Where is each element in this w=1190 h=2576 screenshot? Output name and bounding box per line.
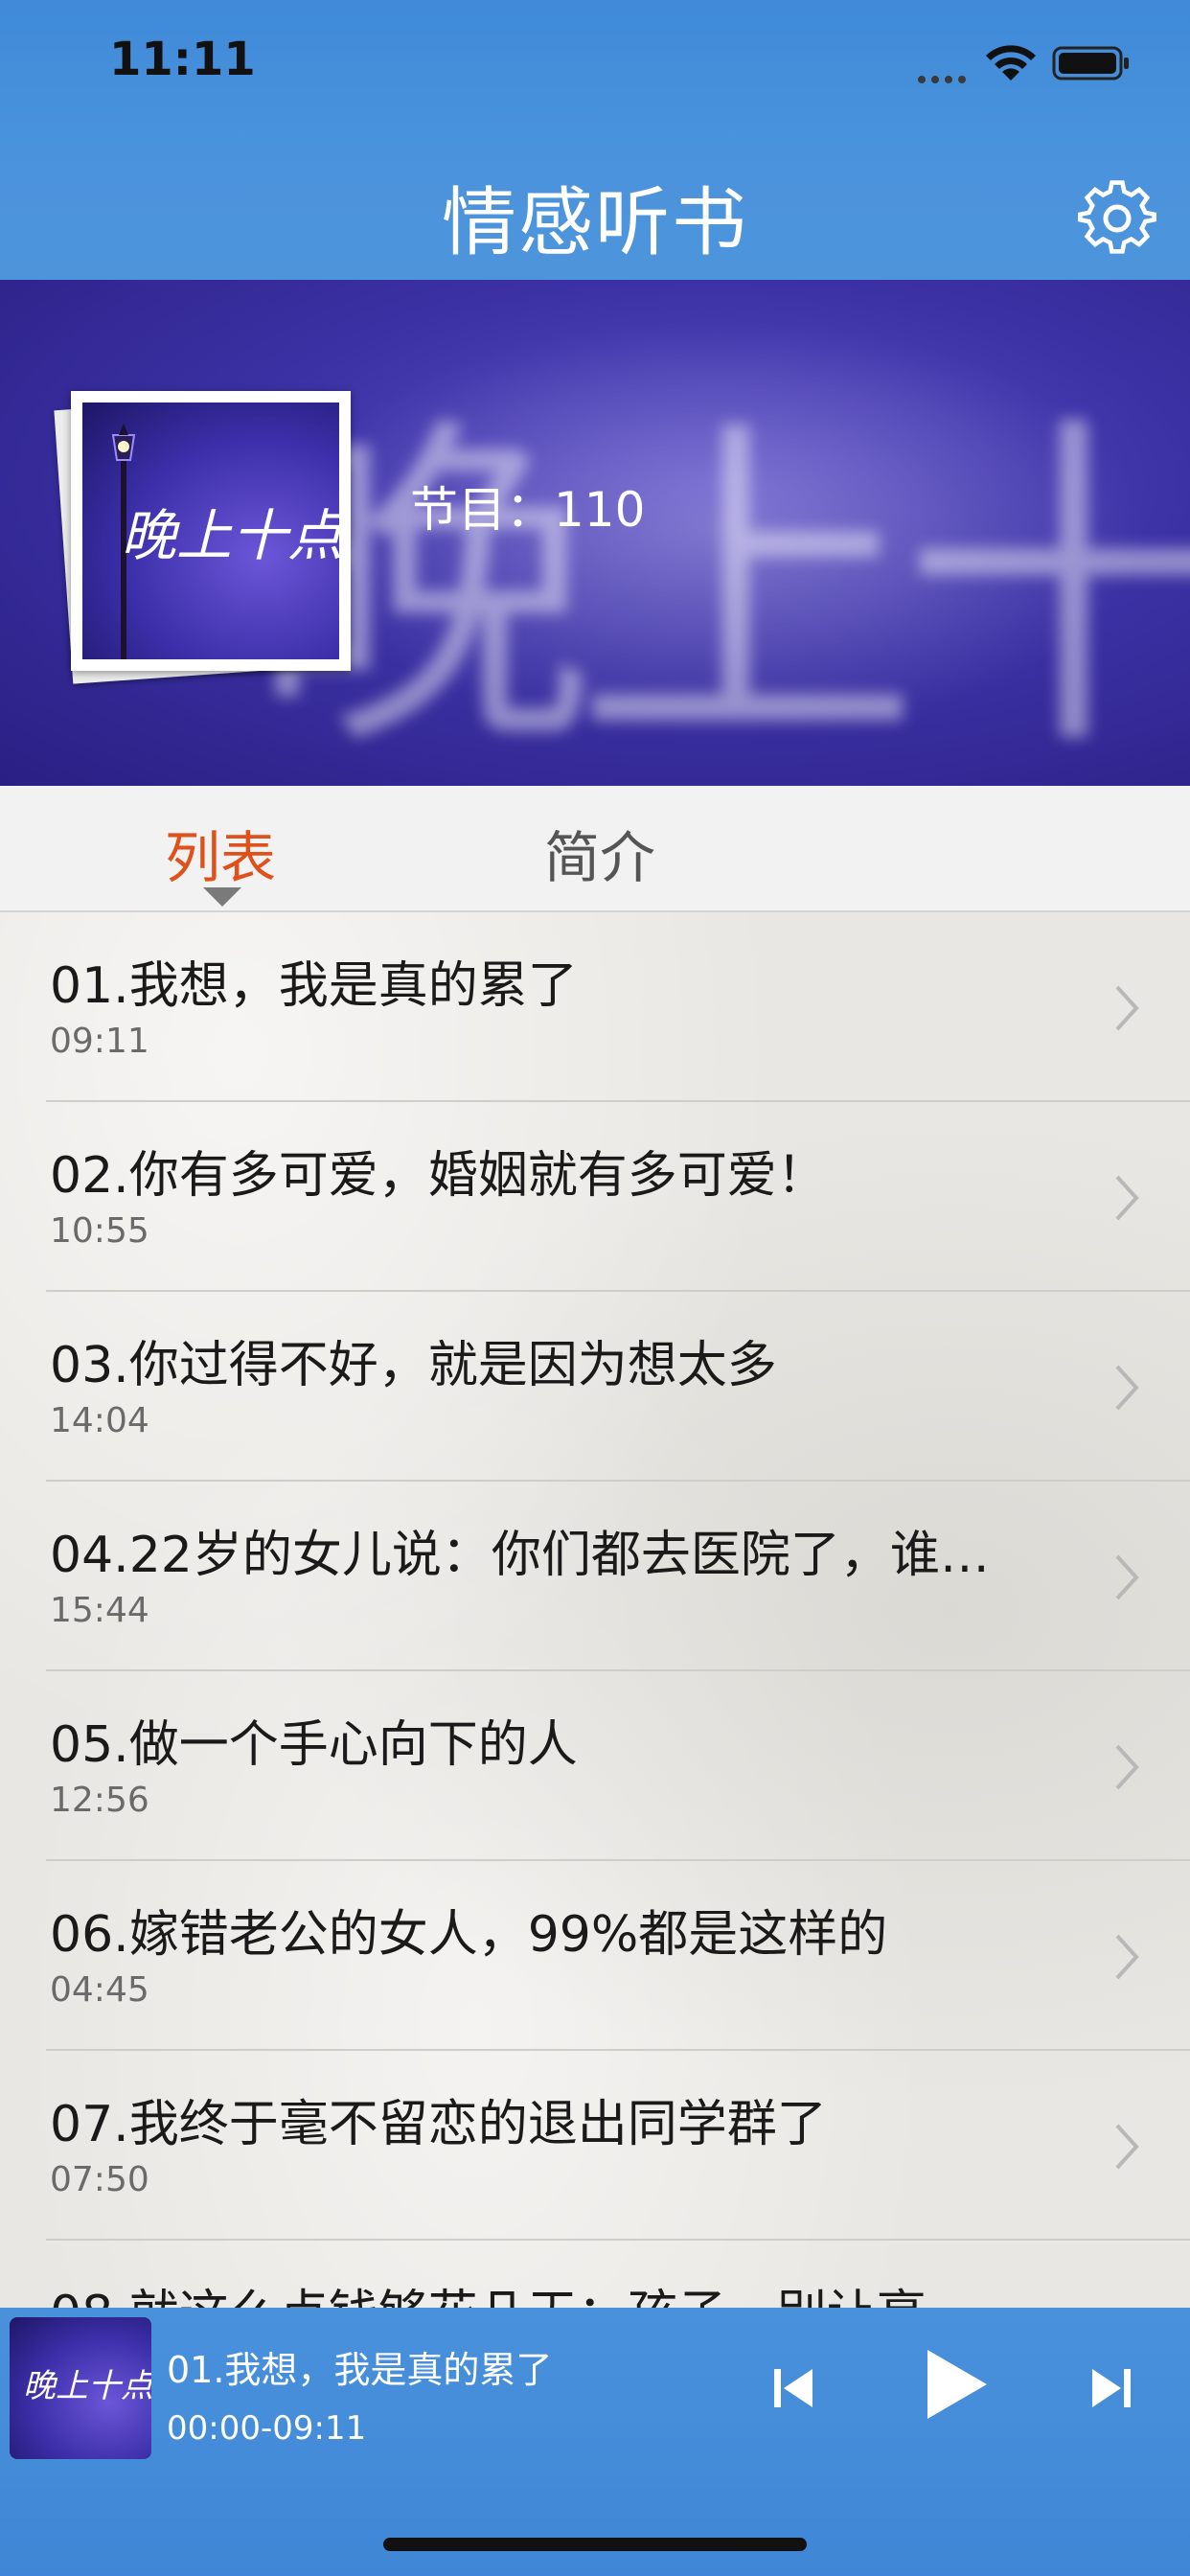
episode-count: 节目：110 bbox=[410, 482, 646, 538]
list-item[interactable]: 04.22岁的女儿说：你们都去医院了，谁… 15:44 bbox=[0, 1482, 1190, 1671]
list-item[interactable]: 06.嫁错老公的女人，99%都是这样的 04:45 bbox=[0, 1861, 1190, 2051]
player-cover-logo-text: 晚上十点 bbox=[23, 2367, 151, 2405]
page-title: 情感听书 bbox=[441, 180, 748, 266]
wifi-icon bbox=[986, 45, 1036, 80]
list-item[interactable]: 02.你有多可爱，婚姻就有多可爱！ 10:55 bbox=[0, 1102, 1190, 1292]
list-item[interactable]: 07.我终于毫不留恋的退出同学群了 07:50 bbox=[0, 2051, 1190, 2241]
play-icon[interactable] bbox=[922, 2346, 991, 2423]
tab-bar: 列表 简介 bbox=[0, 786, 1190, 912]
episode-duration: 04:45 bbox=[50, 1970, 149, 2010]
cover-logo-text: 晚上十点 bbox=[121, 503, 339, 568]
episode-duration: 15:44 bbox=[50, 1591, 149, 1630]
tab-list[interactable]: 列表 bbox=[165, 813, 276, 893]
list-item[interactable]: 03.你过得不好，就是因为想太多 14:04 bbox=[0, 1292, 1190, 1482]
cover-art: 晚上十点 bbox=[82, 402, 339, 659]
battery-icon bbox=[1052, 46, 1129, 80]
album-cover: 晚上十点 bbox=[54, 391, 351, 684]
skip-next-icon[interactable] bbox=[1090, 2359, 1133, 2417]
list-item[interactable]: 08.就这么点钱够花几天：孩子，别让亮 bbox=[0, 2241, 1190, 2308]
top-bar: 11:11 情感听书 bbox=[0, 0, 1190, 280]
episode-title: 08.就这么点钱够花几天：孩子，别让亮 bbox=[50, 2273, 1065, 2308]
list-item[interactable]: 05.做一个手心向下的人 12:56 bbox=[0, 1671, 1190, 1861]
now-playing-time: 00:00-09:11 bbox=[167, 2409, 367, 2448]
signal-dots-icon bbox=[918, 69, 973, 83]
chevron-right-icon bbox=[1115, 1934, 1139, 1980]
episode-title: 07.我终于毫不留恋的退出同学群了 bbox=[50, 2096, 827, 2153]
episode-duration: 10:55 bbox=[50, 1211, 149, 1251]
chevron-right-icon bbox=[1115, 2124, 1139, 2170]
now-playing-title: 01.我想，我是真的累了 bbox=[167, 2349, 553, 2391]
episode-title: 03.你过得不好，就是因为想太多 bbox=[50, 1337, 777, 1394]
home-indicator bbox=[383, 2538, 807, 2551]
chevron-right-icon bbox=[1115, 1554, 1139, 1600]
status-time: 11:11 bbox=[109, 33, 256, 86]
cover-front-card: 晚上十点 bbox=[71, 391, 351, 671]
tab-intro[interactable]: 简介 bbox=[544, 813, 655, 893]
gear-icon[interactable] bbox=[1077, 178, 1157, 259]
episode-duration: 12:56 bbox=[50, 1781, 149, 1820]
player-cover[interactable]: 晚上十点 bbox=[10, 2317, 151, 2459]
episode-title: 05.做一个手心向下的人 bbox=[50, 1716, 578, 1774]
chevron-right-icon bbox=[1115, 1365, 1139, 1411]
chevron-right-icon bbox=[1115, 1175, 1139, 1221]
album-banner: 晚上十点 晚上十点 节目：110 bbox=[0, 280, 1190, 786]
skip-previous-icon[interactable] bbox=[772, 2359, 814, 2417]
mini-player: 晚上十点 01.我想，我是真的累了 00:00-09:11 bbox=[0, 2308, 1190, 2576]
episode-title: 04.22岁的女儿说：你们都去医院了，谁… bbox=[50, 1527, 990, 1584]
episode-duration: 14:04 bbox=[50, 1401, 149, 1440]
chevron-right-icon bbox=[1115, 1744, 1139, 1790]
episode-list: 01.我想，我是真的累了 09:11 02.你有多可爱，婚姻就有多可爱！ 10:… bbox=[0, 912, 1190, 2308]
status-bar: 11:11 bbox=[0, 0, 1190, 126]
chevron-right-icon bbox=[1115, 985, 1139, 1031]
episode-title: 02.你有多可爱，婚姻就有多可爱！ bbox=[50, 1147, 827, 1205]
episode-title: 06.嫁错老公的女人，99%都是这样的 bbox=[50, 1906, 888, 1964]
episode-title: 01.我想，我是真的累了 bbox=[50, 957, 578, 1015]
episode-duration: 09:11 bbox=[50, 1022, 149, 1061]
active-tab-indicator bbox=[203, 887, 241, 907]
list-item[interactable]: 01.我想，我是真的累了 09:11 bbox=[0, 912, 1190, 1102]
banner-background-art: 晚上十点 bbox=[249, 389, 1190, 786]
episode-duration: 07:50 bbox=[50, 2160, 149, 2199]
